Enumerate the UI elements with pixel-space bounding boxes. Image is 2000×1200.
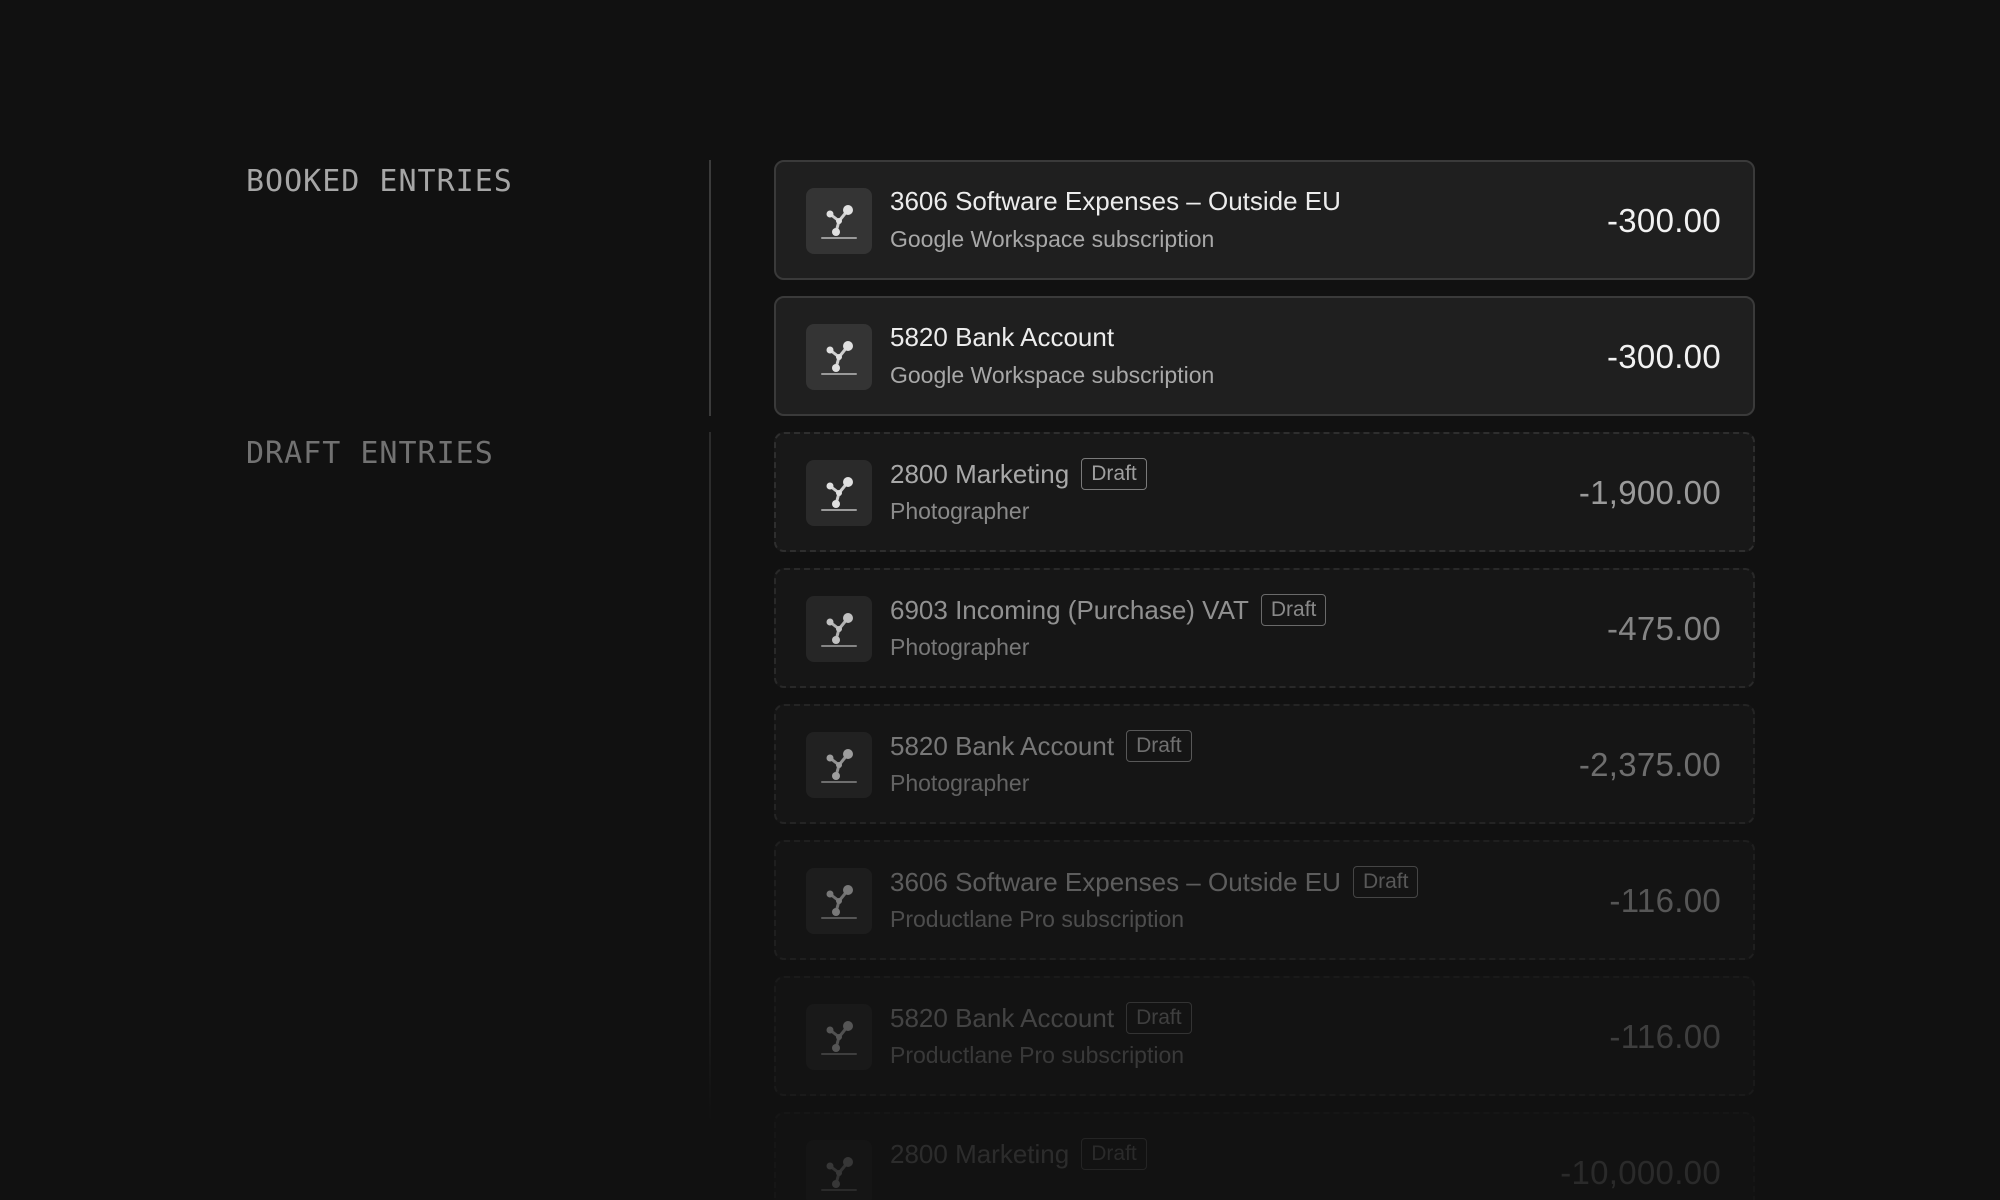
entry-account: 2800 Marketing — [890, 1138, 1070, 1169]
entry-title-row: 2800 Marketing Draft — [890, 1138, 1147, 1170]
entry-amount: -300.00 — [1606, 202, 1721, 239]
draft-badge: Draft — [1126, 730, 1192, 762]
entry-account: 6903 Incoming (Purchase) VAT — [890, 594, 1249, 625]
entry-description: Google Workspace subscription — [890, 226, 1215, 252]
draft-badge: Draft — [1260, 594, 1327, 626]
e-conomic-logo-icon — [806, 868, 872, 934]
entry-amount: -116.00 — [1609, 882, 1721, 919]
entry-account: 2800 Marketing — [890, 458, 1070, 489]
entries-view: BOOKED ENTRIES DRAFT ENTRIES 3606 Softwa… — [0, 0, 2000, 1200]
e-conomic-logo-icon — [806, 460, 872, 526]
entry-description: Photographer — [890, 634, 1030, 660]
entry-description: Google Workspace subscription — [890, 362, 1215, 388]
entry-amount: -10,000.00 — [1560, 1154, 1721, 1191]
entry-amount: -2,375.00 — [1578, 746, 1721, 783]
draft-entries-heading: DRAFT ENTRIES — [246, 436, 494, 471]
e-conomic-logo-icon — [806, 1140, 872, 1200]
entry-title-row: 6903 Incoming (Purchase) VAT Draft — [890, 594, 1327, 626]
entry-title-row: 3606 Software Expenses – Outside EU — [890, 186, 1341, 217]
entry-title-row: 5820 Bank Account Draft — [890, 1002, 1192, 1034]
entry-account: 3606 Software Expenses – Outside EU — [890, 186, 1341, 216]
booked-entries-heading: BOOKED ENTRIES — [246, 164, 513, 199]
entry-account: 5820 Bank Account — [890, 1002, 1115, 1033]
draft-badge: Draft — [1081, 458, 1147, 490]
entry-title-row: 2800 Marketing Draft — [890, 458, 1147, 490]
e-conomic-logo-icon — [806, 1004, 872, 1070]
entry-account: 3606 Software Expenses – Outside EU — [890, 866, 1341, 897]
entry-amount: -116.00 — [1609, 1018, 1721, 1055]
draft-entry-card[interactable]: 2800 Marketing Draft -10,000.00 — [774, 1112, 1755, 1200]
entry-amount: -475.00 — [1606, 610, 1721, 647]
draft-entry-card[interactable]: 6903 Incoming (Purchase) VAT Draft Photo… — [774, 568, 1755, 688]
entry-account: 5820 Bank Account — [890, 730, 1115, 761]
draft-entry-card[interactable]: 3606 Software Expenses – Outside EU Draf… — [774, 840, 1755, 960]
e-conomic-logo-icon — [806, 188, 872, 254]
entry-description: Productlane Pro subscription — [890, 1042, 1185, 1068]
entry-title-row: 3606 Software Expenses – Outside EU Draf… — [890, 866, 1419, 898]
entry-description: Photographer — [890, 770, 1030, 796]
draft-entry-card[interactable]: 5820 Bank Account Draft Photographer -2,… — [774, 704, 1755, 824]
booked-divider — [709, 160, 711, 416]
e-conomic-logo-icon — [806, 324, 872, 390]
entry-amount: -300.00 — [1606, 338, 1721, 375]
draft-entry-card[interactable]: 5820 Bank Account Draft Productlane Pro … — [774, 976, 1755, 1096]
entry-description: Productlane Pro subscription — [890, 906, 1185, 932]
entry-amount: -1,900.00 — [1578, 474, 1721, 511]
booked-entry-card[interactable]: 3606 Software Expenses – Outside EU Goog… — [774, 160, 1755, 280]
booked-entry-card[interactable]: 5820 Bank Account Google Workspace subsc… — [774, 296, 1755, 416]
draft-badge: Draft — [1352, 866, 1419, 898]
draft-badge: Draft — [1126, 1002, 1192, 1034]
entry-title-row: 5820 Bank Account — [890, 322, 1114, 353]
entry-description: Photographer — [890, 498, 1030, 524]
entry-account: 5820 Bank Account — [890, 322, 1115, 352]
draft-divider — [709, 432, 711, 1122]
e-conomic-logo-icon — [806, 732, 872, 798]
draft-badge: Draft — [1081, 1138, 1147, 1170]
entry-title-row: 5820 Bank Account Draft — [890, 730, 1192, 762]
e-conomic-logo-icon — [806, 596, 872, 662]
draft-entry-card[interactable]: 2800 Marketing Draft Photographer -1,900… — [774, 432, 1755, 552]
